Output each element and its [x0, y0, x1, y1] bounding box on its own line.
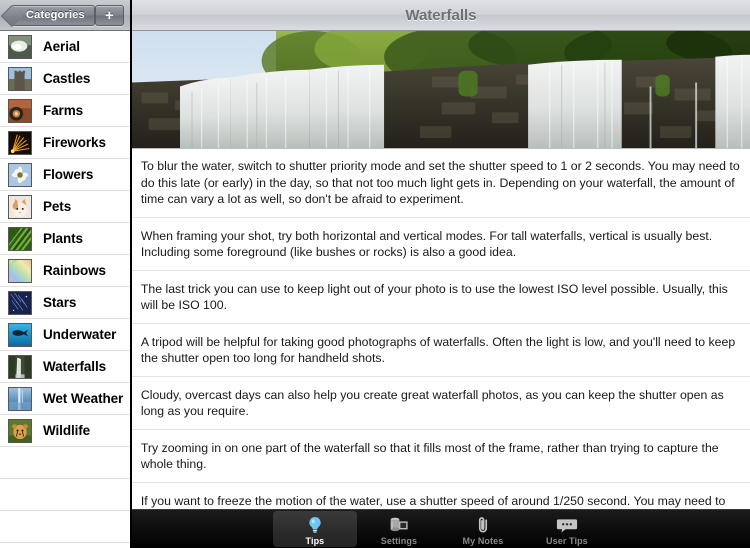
tab-user-tips[interactable]: User Tips — [525, 510, 609, 548]
underwater-thumb — [8, 322, 32, 347]
category-label: Stars — [43, 295, 77, 310]
waterfalls-thumb — [8, 354, 32, 379]
stars-thumb — [8, 290, 32, 315]
category-row[interactable]: Wildlife — [0, 415, 130, 447]
back-button-label: Categories — [26, 9, 85, 21]
film-roll-icon — [388, 515, 410, 535]
empty-row — [0, 511, 130, 543]
tip-paragraph: Try zooming in on one part of the waterf… — [131, 430, 750, 483]
sidebar-toolbar: Categories + — [0, 0, 130, 31]
category-row[interactable]: Flowers — [0, 159, 130, 191]
category-row[interactable]: Castles — [0, 63, 130, 95]
tip-paragraph: The last trick you can use to keep light… — [131, 271, 750, 324]
tab-label: My Notes — [462, 535, 504, 546]
add-category-button[interactable]: + — [94, 4, 124, 26]
category-row[interactable]: Rainbows — [0, 255, 130, 287]
rainbows-thumb — [8, 258, 32, 283]
detail-panel: Waterfalls To blur the water, switch to … — [131, 0, 750, 548]
category-label: Flowers — [43, 167, 94, 182]
fireworks-thumb — [8, 130, 32, 155]
tab-bar[interactable]: Tips Settings My Notes User Tips — [131, 509, 750, 548]
tab-label: Tips — [305, 535, 325, 546]
category-label: Farms — [43, 103, 84, 118]
categories-sidebar: Categories + Aerial Castles Farms Fireworks… — [0, 0, 132, 548]
speech-bubble-icon — [556, 515, 578, 535]
detail-navbar: Waterfalls — [131, 0, 750, 31]
empty-row — [0, 543, 130, 548]
tab-label: Settings — [380, 535, 418, 546]
category-list[interactable]: Aerial Castles Farms Fireworks Flowers Pets Pl… — [0, 31, 130, 548]
category-row[interactable]: Waterfalls — [0, 351, 130, 383]
waterfall-photo — [131, 31, 750, 149]
paperclip-icon — [473, 515, 493, 535]
farms-thumb — [8, 98, 32, 123]
lightbulb-icon — [305, 515, 325, 535]
tab-my-notes[interactable]: My Notes — [441, 510, 525, 548]
page-title: Waterfalls — [405, 6, 477, 24]
empty-row — [0, 447, 130, 479]
tip-paragraph: To blur the water, switch to shutter pri… — [131, 149, 750, 218]
category-row[interactable]: Farms — [0, 95, 130, 127]
category-label: Fireworks — [43, 135, 106, 150]
pets-thumb — [8, 194, 32, 219]
category-label: Castles — [43, 71, 91, 86]
category-row[interactable]: Pets — [0, 191, 130, 223]
category-row[interactable]: Stars — [0, 287, 130, 319]
empty-row — [0, 479, 130, 511]
tip-paragraph: When framing your shot, try both horizon… — [131, 218, 750, 271]
category-row[interactable]: Wet Weather — [0, 383, 130, 415]
tab-label: User Tips — [546, 535, 588, 546]
category-label: Pets — [43, 199, 72, 214]
categories-back-button[interactable]: Categories — [11, 4, 95, 26]
category-label: Wet Weather — [43, 391, 124, 406]
ipad-app-window: Categories + Aerial Castles Farms Fireworks… — [0, 0, 750, 548]
aerial-thumb — [8, 34, 32, 59]
category-row[interactable]: Fireworks — [0, 127, 130, 159]
plus-icon: + — [104, 6, 114, 24]
tab-tips[interactable]: Tips — [272, 511, 357, 547]
category-label: Waterfalls — [43, 359, 107, 374]
category-label: Wildlife — [43, 423, 91, 438]
category-label: Rainbows — [43, 263, 106, 278]
plants-thumb — [8, 226, 32, 251]
tips-list[interactable]: To blur the water, switch to shutter pri… — [131, 149, 750, 548]
category-label: Underwater — [43, 327, 117, 342]
tab-settings[interactable]: Settings — [357, 510, 441, 548]
flowers-thumb — [8, 162, 32, 187]
category-label: Plants — [43, 231, 83, 246]
category-row[interactable]: Underwater — [0, 319, 130, 351]
tip-paragraph: A tripod will be helpful for taking good… — [131, 324, 750, 377]
wet-weather-thumb — [8, 386, 32, 411]
category-label: Aerial — [43, 39, 80, 54]
wildlife-thumb — [8, 418, 32, 443]
category-row[interactable]: Aerial — [0, 31, 130, 63]
tip-paragraph: Cloudy, overcast days can also help you … — [131, 377, 750, 430]
castles-thumb — [8, 66, 32, 91]
category-row[interactable]: Plants — [0, 223, 130, 255]
